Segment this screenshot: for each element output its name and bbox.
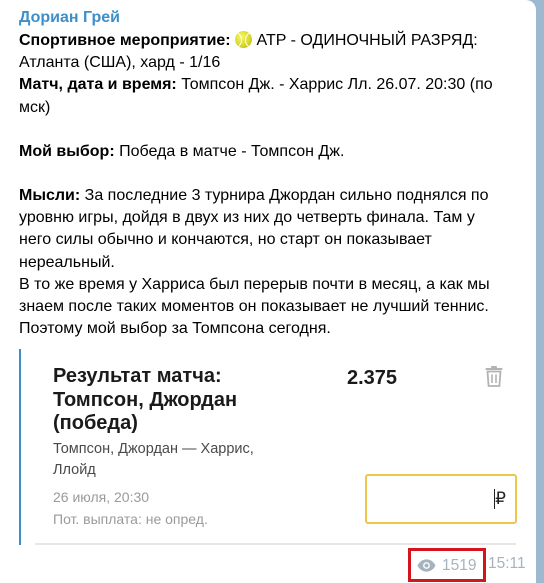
stake-field[interactable]: ₽ — [365, 474, 517, 524]
bet-participants: Томпсон, Джордан — Харрис, Ллойд — [53, 439, 333, 481]
message-text: Спортивное мероприятие: ATP - ОДИНОЧНЫЙ … — [19, 30, 524, 340]
message-bubble: Дориан Грей Спортивное мероприятие: ATP … — [0, 0, 536, 583]
thoughts-text-2: уровню игры, дойдя в двух из них до четв… — [19, 209, 475, 227]
bet-payout: Пот. выплата: не опред. — [53, 511, 208, 527]
thoughts-line-1: Мысли: За последние 3 турнира Джордан си… — [19, 185, 524, 207]
event-label: Спортивное мероприятие: — [19, 32, 231, 49]
thoughts-text-1: За последние 3 турнира Джордан сильно по… — [84, 187, 489, 205]
views-counter: 1519 — [408, 548, 486, 582]
match-timezone: мск) — [19, 98, 51, 116]
bet-participants-line-1: Томпсон, Джордан — Харрис, — [53, 441, 254, 457]
match-line: Матч, дата и время: Томпсон Дж. - Харрис… — [19, 74, 524, 96]
bet-title: Результат матча: Томпсон, Джордан (побед… — [53, 365, 313, 436]
event-location: Атланта (США), хард - 1/16 — [19, 54, 221, 72]
choice-line: Мой выбор: Победа в матче - Томпсон Дж. — [19, 141, 524, 163]
views-count: 1519 — [442, 557, 477, 574]
currency-symbol: ₽ — [495, 489, 506, 508]
choice-value: Победа в матче - Томпсон Дж. — [119, 142, 345, 160]
tennis-ball-icon — [235, 31, 253, 48]
bet-title-line-1: Результат матча: — [53, 365, 222, 387]
author-name[interactable]: Дориан Грей — [19, 9, 120, 27]
thoughts-text-4: нереальный. — [19, 253, 115, 271]
match-label: Матч, дата и время: — [19, 76, 177, 94]
trash-icon[interactable] — [482, 364, 506, 388]
bet-title-line-2: Томпсон, Джордан — [53, 388, 238, 411]
thoughts-text-5: В то же время у Харриса был перерыв почт… — [19, 275, 490, 293]
bet-participants-line-2: Ллойд — [53, 462, 96, 478]
choice-label: Мой выбор: — [19, 142, 115, 160]
event-line: Спортивное мероприятие: ATP - ОДИНОЧНЫЙ … — [19, 30, 524, 52]
thoughts-text-3: него силы обычно и кончаются, но старт о… — [19, 231, 432, 249]
bet-embed: Результат матча: Томпсон, Джордан (побед… — [19, 349, 517, 545]
thoughts-text-6: знаем после таких моментов он показывает… — [19, 298, 489, 316]
event-value: ATP - ОДИНОЧНЫЙ РАЗРЯД: — [256, 32, 478, 49]
eye-icon — [417, 559, 436, 572]
stake-input[interactable] — [373, 482, 497, 518]
message-time: 15:11 — [488, 555, 526, 572]
thoughts-label: Мысли: — [19, 187, 81, 205]
bet-datetime: 26 июля, 20:30 — [53, 489, 150, 505]
bet-card[interactable]: Результат матча: Томпсон, Джордан (побед… — [35, 349, 517, 545]
bet-title-line-3: (победа) — [53, 412, 138, 434]
match-value: Томпсон Дж. - Харрис Лл. 26.07. 20:30 (п… — [181, 76, 493, 94]
bet-odds: 2.375 — [347, 367, 398, 389]
thoughts-text-7: Поэтому мой выбор за Томпсона сегодня. — [19, 320, 331, 338]
